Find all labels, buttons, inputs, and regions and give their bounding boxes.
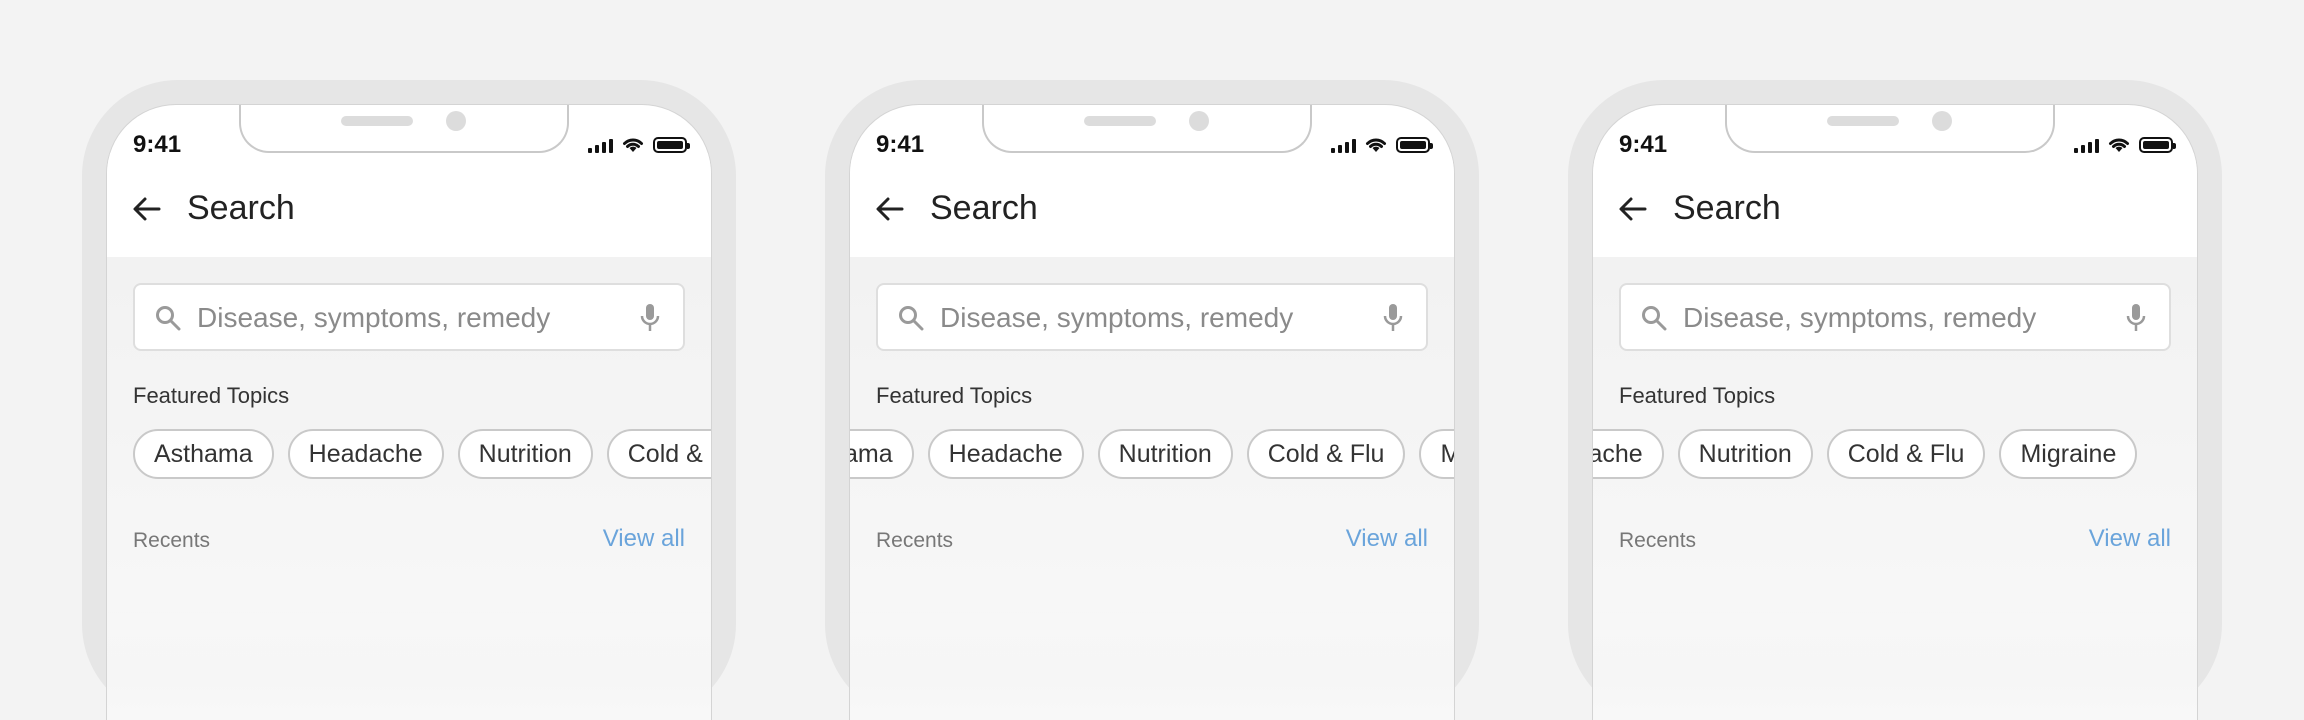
cellular-signal-icon: [2074, 137, 2099, 153]
cellular-signal-icon: [1331, 137, 1356, 153]
phone-screen: 9:41 Search Featured Topics Asthama Head: [849, 104, 1455, 720]
page-title: Search: [1673, 189, 1781, 227]
battery-icon: [1396, 137, 1433, 153]
recents-title: Recents: [133, 529, 211, 552]
topic-chip-headache[interactable]: Headache: [927, 429, 1084, 479]
microphone-icon[interactable]: [1382, 303, 1404, 333]
status-icons: [2074, 135, 2176, 153]
search-input[interactable]: [195, 285, 623, 351]
page-title: Search: [930, 189, 1038, 227]
phone-frame-3: 9:41 Search Featured Topics Asthama Head…: [1568, 80, 2222, 720]
search-input[interactable]: [938, 285, 1366, 351]
featured-topics-title: Featured Topics: [876, 383, 1033, 408]
app-header: Search: [850, 153, 1454, 259]
view-all-link[interactable]: View all: [1346, 525, 1428, 553]
status-icons: [588, 135, 690, 153]
camera: [1189, 111, 1209, 131]
microphone-icon[interactable]: [2125, 303, 2147, 333]
search-bar[interactable]: [1619, 283, 2171, 351]
wifi-icon: [1366, 138, 1386, 152]
camera: [446, 111, 466, 131]
topic-chip-headache[interactable]: Headache: [1593, 429, 1664, 479]
microphone-icon[interactable]: [639, 303, 661, 333]
content-area: Featured Topics Asthama Headache Nutriti…: [1593, 257, 2197, 720]
phone-screen: 9:41 Search Featured Topics Asthama Head…: [1592, 104, 2198, 720]
featured-topics-title: Featured Topics: [1619, 383, 1776, 408]
page-title: Search: [187, 189, 295, 227]
wifi-icon: [2109, 138, 2129, 152]
phone-frame-1: 9:41 Search Featured Topics Asthama Head…: [82, 80, 736, 720]
featured-topics-title: Featured Topics: [133, 383, 290, 408]
notch: [982, 105, 1312, 153]
search-icon: [1642, 306, 1667, 331]
content-area: Featured Topics Asthama Headache Nutriti…: [107, 257, 711, 720]
battery-icon: [2139, 137, 2176, 153]
speaker: [341, 116, 413, 126]
wifi-icon: [623, 138, 643, 152]
notch: [1725, 105, 2055, 153]
topic-chip-asthama[interactable]: Asthama: [133, 429, 274, 479]
search-icon: [899, 306, 924, 331]
search-icon: [156, 306, 181, 331]
topic-chip-nutrition[interactable]: Nutrition: [1097, 429, 1233, 479]
camera: [1932, 111, 1952, 131]
featured-topics-carousel[interactable]: Asthama Headache Nutrition Cold & Flu Mi…: [850, 429, 1454, 483]
back-arrow-icon[interactable]: [874, 193, 906, 225]
phone-screen: 9:41 Search Featured Topics Asthama Head…: [106, 104, 712, 720]
recents-title: Recents: [876, 529, 954, 552]
featured-topics-carousel[interactable]: Asthama Headache Nutrition Cold & Flu Mi…: [107, 429, 711, 483]
app-header: Search: [1593, 153, 2197, 259]
featured-topics-carousel[interactable]: Asthama Headache Nutrition Cold & Flu Mi…: [1593, 429, 2197, 483]
topic-chip-cold-flu[interactable]: Cold & Flu: [1826, 429, 1986, 479]
speaker: [1084, 116, 1156, 126]
topic-chip-migraine[interactable]: Migraine: [1419, 429, 1454, 479]
notch: [239, 105, 569, 153]
app-header: Search: [107, 153, 711, 259]
search-input[interactable]: [1681, 285, 2109, 351]
topic-chip-asthama[interactable]: Asthama: [850, 429, 914, 479]
topic-chip-nutrition[interactable]: Nutrition: [1677, 429, 1813, 479]
search-bar[interactable]: [876, 283, 1428, 351]
search-bar[interactable]: [133, 283, 685, 351]
status-icons: [1331, 135, 1433, 153]
view-all-link[interactable]: View all: [2089, 525, 2171, 553]
battery-icon: [653, 137, 690, 153]
speaker: [1827, 116, 1899, 126]
topic-chip-headache[interactable]: Headache: [287, 429, 444, 479]
recents-title: Recents: [1619, 529, 1697, 552]
view-all-link[interactable]: View all: [603, 525, 685, 553]
topic-chip-migraine[interactable]: Migraine: [1999, 429, 2138, 479]
back-arrow-icon[interactable]: [131, 193, 163, 225]
topic-chip-cold-flu[interactable]: Cold & Flu: [606, 429, 711, 479]
topic-chip-cold-flu[interactable]: Cold & Flu: [1246, 429, 1406, 479]
topic-chip-nutrition[interactable]: Nutrition: [457, 429, 593, 479]
phone-frame-2: 9:41 Search Featured Topics Asthama Head: [825, 80, 1479, 720]
content-area: Featured Topics Asthama Headache Nutriti…: [850, 257, 1454, 720]
back-arrow-icon[interactable]: [1617, 193, 1649, 225]
cellular-signal-icon: [588, 137, 613, 153]
